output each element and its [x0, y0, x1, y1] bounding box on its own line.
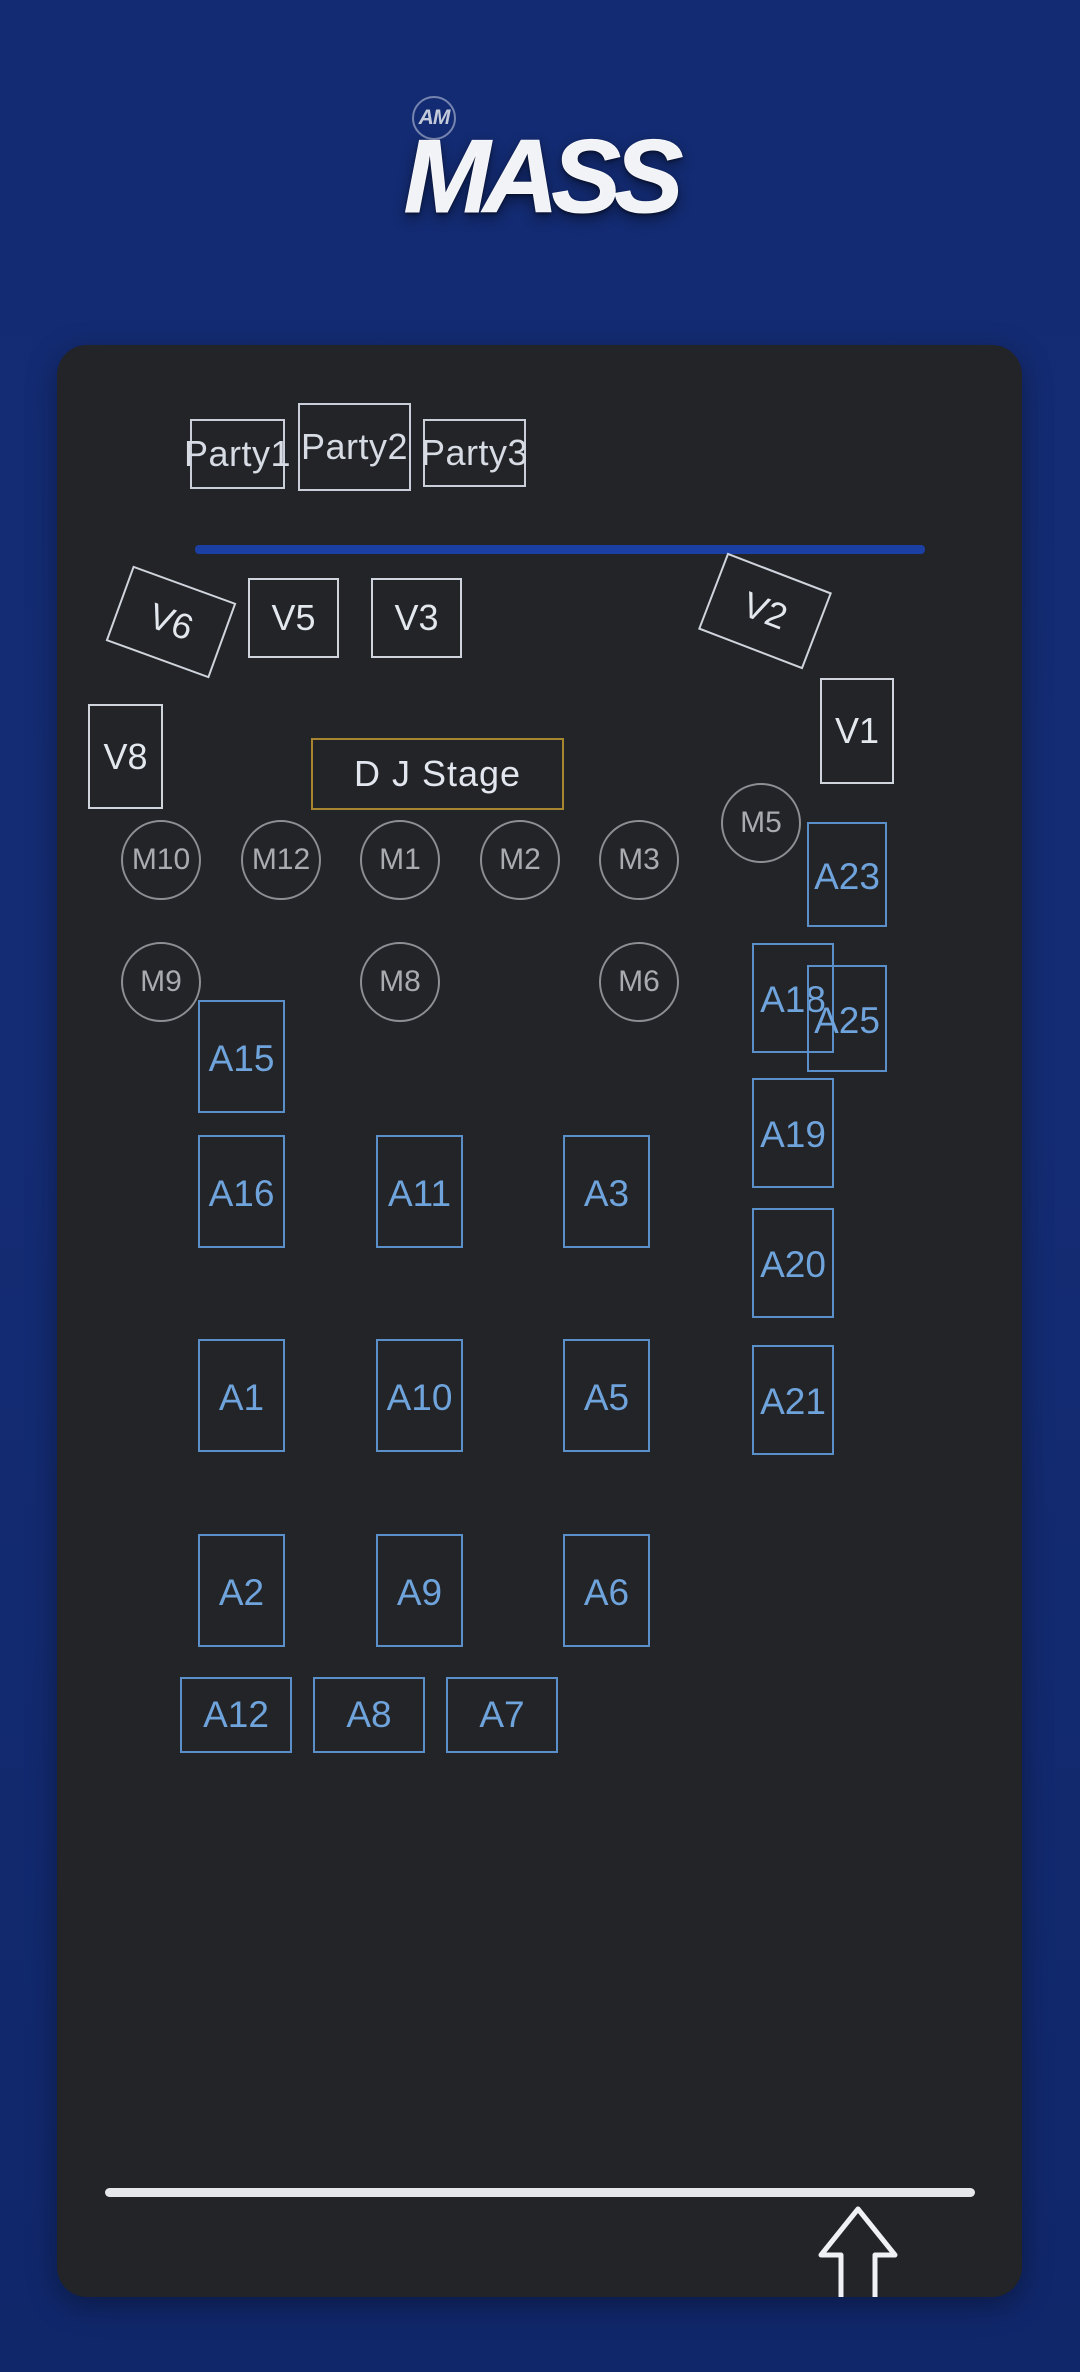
a-table-a1[interactable]: A1 [198, 1339, 285, 1452]
vip-room-v8[interactable]: V8 [88, 704, 163, 809]
a-table-a8[interactable]: A8 [313, 1677, 425, 1753]
vip-room-v2[interactable]: V2 [698, 552, 832, 670]
vip-room-v6[interactable]: V6 [105, 565, 237, 679]
vip-room-v1[interactable]: V1 [820, 678, 894, 784]
a-table-a19[interactable]: A19 [752, 1078, 834, 1188]
a-table-a10[interactable]: A10 [376, 1339, 463, 1452]
vip-room-v5[interactable]: V5 [248, 578, 339, 658]
dj-stage[interactable]: D J Stage [311, 738, 564, 810]
seating-map-card: Party1 Party2 Party3 V6 V5 V3 V2 V8 V1 D… [57, 345, 1022, 2297]
a-table-a25[interactable]: A25 [807, 965, 887, 1072]
a-table-a23[interactable]: A23 [807, 822, 887, 927]
party-tab-party3[interactable]: Party3 [421, 419, 528, 487]
m-table-m2[interactable]: M2 [480, 820, 560, 900]
venue-seating-map-screen: AM MASS Party1 Party2 Party3 V6 V5 V3 V2 [0, 0, 1080, 2372]
a-table-a20[interactable]: A20 [752, 1208, 834, 1318]
up-arrow-icon[interactable] [817, 2205, 899, 2297]
m-table-m9[interactable]: M9 [121, 942, 201, 1022]
m-table-m8[interactable]: M8 [360, 942, 440, 1022]
a-table-a6[interactable]: A6 [563, 1534, 650, 1647]
a-table-a5[interactable]: A5 [563, 1339, 650, 1452]
vip-room-v3[interactable]: V3 [371, 578, 462, 658]
section-divider [195, 545, 925, 554]
party-tab-party1[interactable]: Party1 [184, 419, 291, 489]
brand-logo: AM MASS [0, 96, 1080, 256]
brand-wordmark: MASS [403, 119, 683, 236]
party-tab-party2[interactable]: Party2 [298, 403, 411, 491]
a-table-a7[interactable]: A7 [446, 1677, 558, 1753]
m-table-m6[interactable]: M6 [599, 942, 679, 1022]
a-table-a2[interactable]: A2 [198, 1534, 285, 1647]
a-table-a12[interactable]: A12 [180, 1677, 292, 1753]
m-table-m5[interactable]: M5 [721, 783, 801, 863]
m-table-m1[interactable]: M1 [360, 820, 440, 900]
home-indicator [105, 2188, 975, 2197]
a-table-a3[interactable]: A3 [563, 1135, 650, 1248]
m-table-m12[interactable]: M12 [241, 820, 321, 900]
m-table-m3[interactable]: M3 [599, 820, 679, 900]
a-table-a16[interactable]: A16 [198, 1135, 285, 1248]
a-table-a21[interactable]: A21 [752, 1345, 834, 1455]
a-table-a9[interactable]: A9 [376, 1534, 463, 1647]
a-table-a15[interactable]: A15 [198, 1000, 285, 1113]
a-table-a11[interactable]: A11 [376, 1135, 463, 1248]
m-table-m10[interactable]: M10 [121, 820, 201, 900]
